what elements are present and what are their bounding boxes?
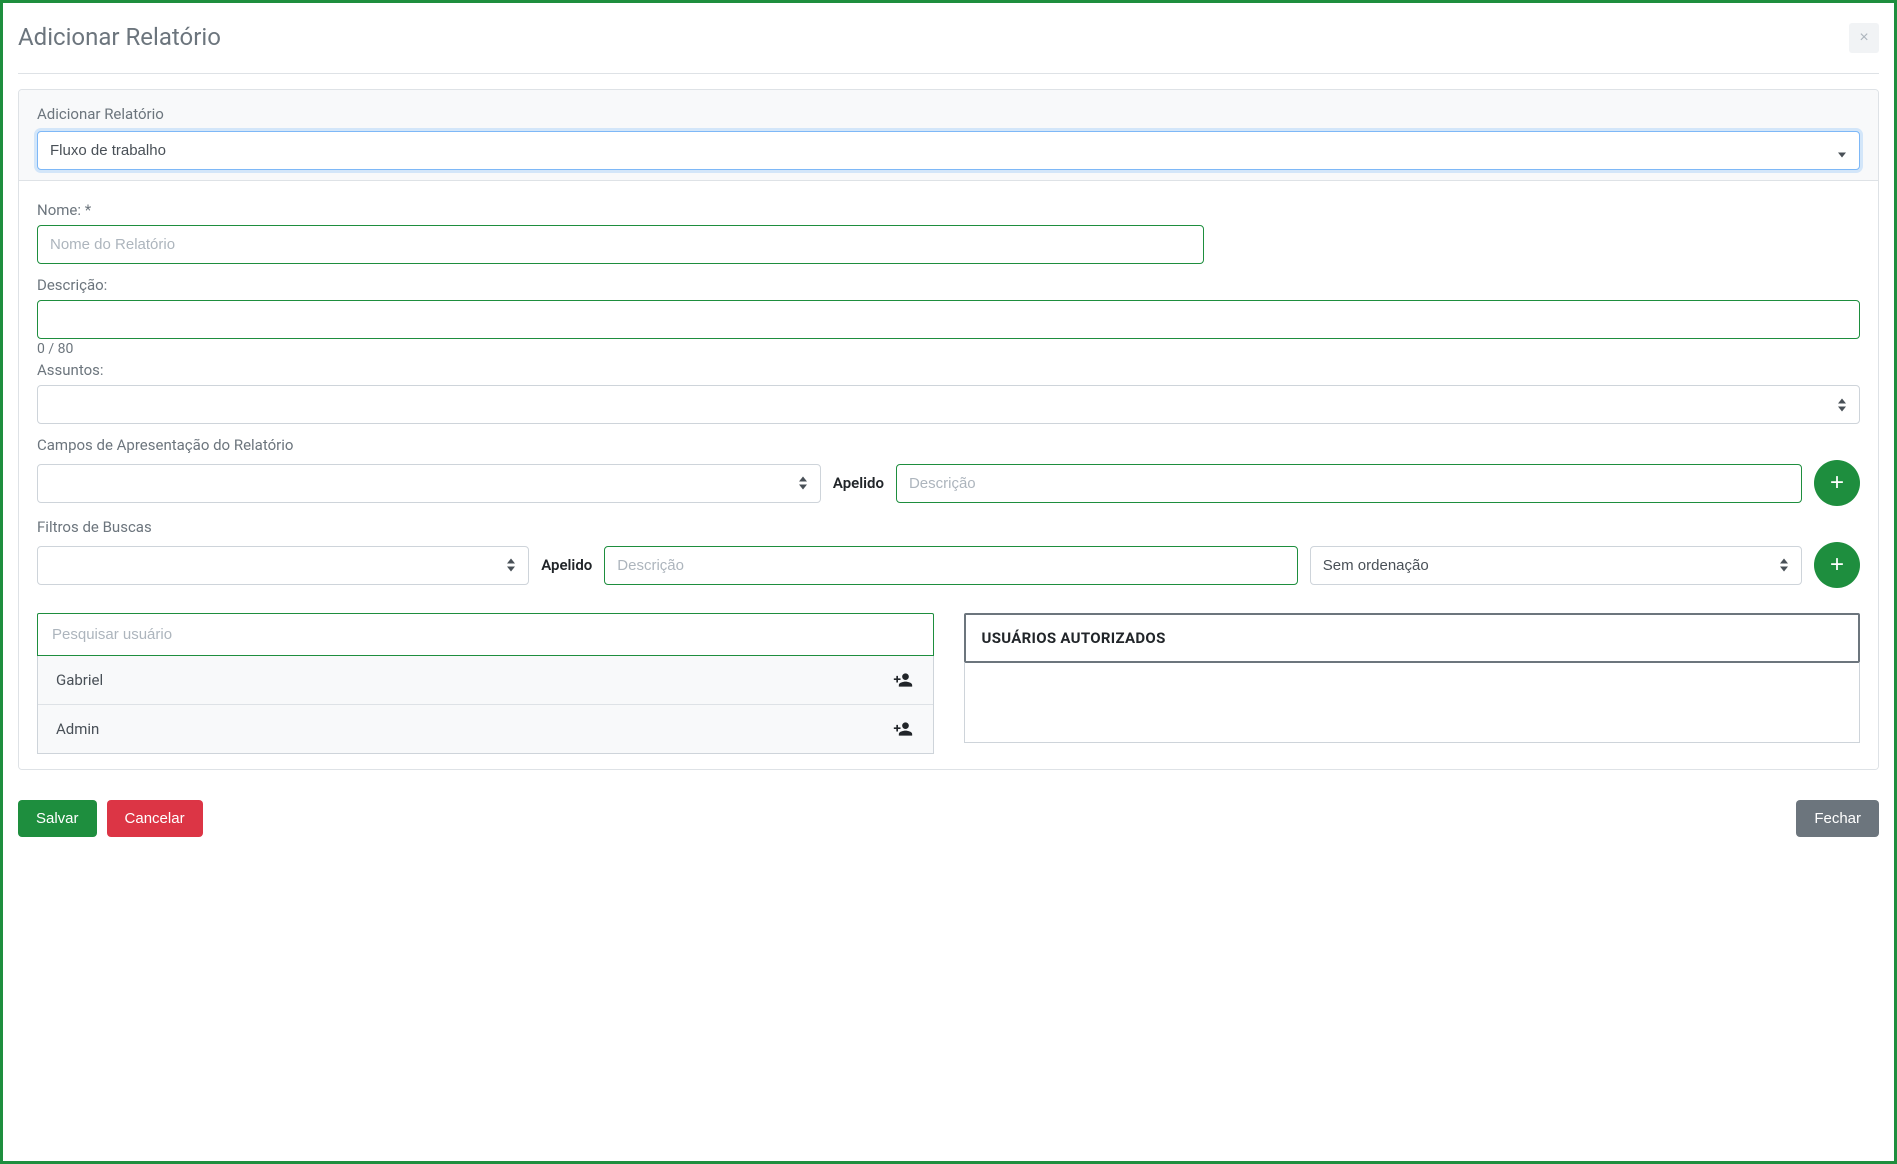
- name-label: Nome: *: [37, 201, 1860, 219]
- panel-body: Nome: * Descrição: 0 / 80 Assuntos: Camp…: [19, 181, 1878, 769]
- authorized-users-list: [964, 663, 1861, 743]
- cancel-button[interactable]: Cancelar: [107, 800, 203, 837]
- modal-title: Adicionar Relatório: [18, 23, 221, 51]
- char-count: 0 / 80: [37, 341, 1860, 357]
- modal-footer: Salvar Cancelar Fechar: [18, 795, 1879, 842]
- plus-icon: +: [1830, 551, 1844, 579]
- description-label: Descrição:: [37, 276, 1860, 294]
- description-input[interactable]: [37, 300, 1860, 339]
- available-user-list: Gabriel Admin: [37, 656, 934, 754]
- panel-header-label: Adicionar Relatório: [37, 105, 1860, 123]
- filter-apelido-label: Apelido: [541, 556, 592, 574]
- authorized-users-column: USUÁRIOS AUTORIZADOS: [964, 613, 1861, 754]
- user-name: Gabriel: [56, 671, 103, 689]
- user-columns: Gabriel Admin USUÁRIOS AUTORIZADOS: [37, 613, 1860, 754]
- presentation-label: Campos de Apresentação do Relatório: [37, 436, 1860, 454]
- presentation-field-select[interactable]: [37, 464, 821, 503]
- filters-label: Filtros de Buscas: [37, 518, 1860, 536]
- apelido-input[interactable]: [896, 464, 1802, 503]
- subjects-select[interactable]: [37, 385, 1860, 424]
- name-input[interactable]: [37, 225, 1204, 264]
- add-user-icon[interactable]: [891, 719, 915, 739]
- apelido-label: Apelido: [833, 474, 884, 492]
- save-button[interactable]: Salvar: [18, 800, 97, 837]
- close-button[interactable]: Fechar: [1796, 800, 1879, 837]
- user-name: Admin: [56, 720, 99, 738]
- modal-header: Adicionar Relatório ×: [18, 18, 1879, 74]
- add-presentation-button[interactable]: +: [1814, 460, 1860, 506]
- filter-apelido-input[interactable]: [604, 546, 1298, 585]
- available-users-column: Gabriel Admin: [37, 613, 934, 754]
- authorized-users-header: USUÁRIOS AUTORIZADOS: [964, 613, 1861, 663]
- report-type-select[interactable]: Fluxo de trabalho: [37, 131, 1860, 170]
- plus-icon: +: [1830, 469, 1844, 497]
- add-filter-button[interactable]: +: [1814, 542, 1860, 588]
- close-icon: ×: [1859, 29, 1868, 46]
- panel-header: Adicionar Relatório Fluxo de trabalho: [19, 90, 1878, 181]
- close-icon-button[interactable]: ×: [1849, 23, 1879, 53]
- subjects-label: Assuntos:: [37, 361, 1860, 379]
- search-user-input[interactable]: [37, 613, 934, 656]
- report-panel: Adicionar Relatório Fluxo de trabalho No…: [18, 89, 1879, 770]
- filter-order-select[interactable]: Sem ordenação: [1310, 546, 1802, 585]
- filter-field-select[interactable]: [37, 546, 529, 585]
- list-item: Admin: [38, 705, 933, 753]
- list-item: Gabriel: [38, 656, 933, 705]
- add-user-icon[interactable]: [891, 670, 915, 690]
